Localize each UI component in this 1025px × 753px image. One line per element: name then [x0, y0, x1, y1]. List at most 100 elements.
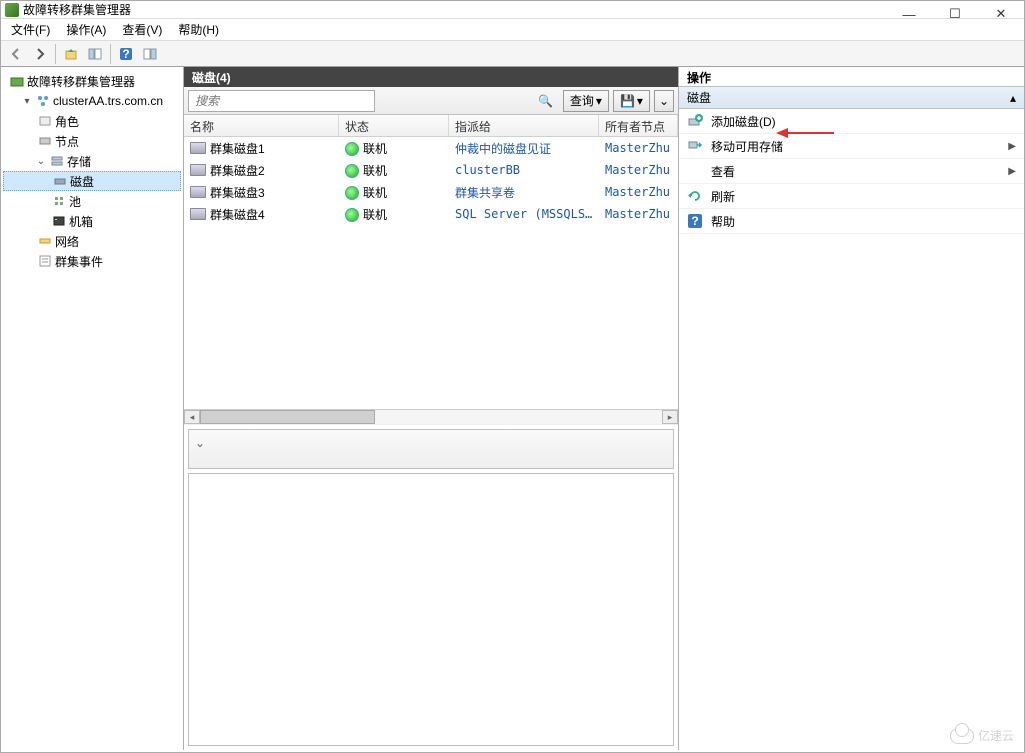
- networks-icon: [37, 233, 53, 249]
- svg-text:?: ?: [691, 214, 698, 228]
- action-item[interactable]: 刷新: [679, 184, 1024, 209]
- help-toolbar-button[interactable]: ?: [115, 43, 137, 65]
- save-button[interactable]: 💾 ▾: [613, 90, 650, 112]
- toolbar: ?: [1, 41, 1024, 67]
- th-status[interactable]: 状态: [339, 115, 449, 136]
- chevron-right-icon: ▶: [1008, 141, 1016, 152]
- scroll-right-icon[interactable]: ▸: [662, 410, 678, 424]
- cell-status: 联机: [363, 164, 387, 178]
- nav-back-button[interactable]: [5, 43, 27, 65]
- menu-file[interactable]: 文件(F): [3, 19, 58, 40]
- table-row[interactable]: 群集磁盘4联机SQL Server (MSSQLSERV…MasterZhu: [184, 203, 678, 225]
- svg-text:?: ?: [122, 47, 129, 61]
- tree-disks[interactable]: 磁盘: [3, 171, 181, 191]
- table-row[interactable]: 群集磁盘1联机仲裁中的磁盘见证MasterZhu: [184, 137, 678, 159]
- expand-icon[interactable]: ▾: [21, 96, 33, 107]
- table-body: 群集磁盘1联机仲裁中的磁盘见证MasterZhu群集磁盘2联机clusterBB…: [184, 137, 678, 409]
- tree-cluster-label: clusterAA.trs.com.cn: [53, 94, 163, 108]
- watermark: 亿速云: [950, 727, 1014, 744]
- actions-subheader[interactable]: 磁盘 ▴: [679, 87, 1024, 109]
- cell-owner: MasterZhu: [599, 183, 678, 201]
- show-hide-tree-button[interactable]: [84, 43, 106, 65]
- online-icon: [345, 142, 359, 156]
- query-button[interactable]: 查询 ▾: [563, 90, 609, 112]
- chevron-right-icon: ▶: [1008, 166, 1016, 177]
- cluster-manager-icon: [9, 73, 25, 89]
- table-row[interactable]: 群集磁盘3联机群集共享卷MasterZhu: [184, 181, 678, 203]
- more-button[interactable]: ⌄: [654, 90, 674, 112]
- horizontal-scrollbar[interactable]: ◂ ▸: [184, 409, 678, 425]
- cluster-icon: [35, 93, 51, 109]
- action-item[interactable]: 查看▶: [679, 159, 1024, 184]
- center-title: 磁盘(4): [192, 69, 231, 86]
- query-button-label: 查询: [570, 92, 594, 109]
- center-header: 磁盘(4): [184, 67, 678, 87]
- menu-action[interactable]: 操作(A): [58, 19, 114, 40]
- cell-name: 群集磁盘3: [210, 184, 265, 201]
- cell-status: 联机: [363, 186, 387, 200]
- action-item[interactable]: ? 帮助: [679, 209, 1024, 234]
- disk-icon: [190, 164, 206, 176]
- tree-disks-label: 磁盘: [70, 173, 94, 190]
- annotation-arrow: [776, 126, 836, 140]
- action-item[interactable]: 移动可用存储 ▶: [679, 134, 1024, 159]
- cell-status: 联机: [363, 142, 387, 156]
- tree-storage[interactable]: ⌄ 存储: [3, 151, 181, 171]
- tree-nodes[interactable]: 节点: [3, 131, 181, 151]
- action-item-label: 帮助: [711, 213, 735, 230]
- main-area: 故障转移群集管理器 ▾ clusterAA.trs.com.cn 角色 节点 ⌄…: [1, 67, 1024, 750]
- tree-pools[interactable]: 池: [3, 191, 181, 211]
- table-header: 名称 状态 指派给 所有者节点: [184, 115, 678, 137]
- detail-collapse[interactable]: ⌄: [188, 429, 674, 469]
- expand-icon[interactable]: ⌄: [35, 156, 47, 167]
- toolbar-separator: [55, 44, 56, 64]
- search-icon[interactable]: 🔍: [538, 94, 553, 108]
- enclosures-icon: [51, 213, 67, 229]
- action-item-label: 移动可用存储: [711, 138, 783, 155]
- th-name[interactable]: 名称: [184, 115, 339, 136]
- menu-help[interactable]: 帮助(H): [170, 19, 227, 40]
- actions-list: 添加磁盘(D)移动可用存储▶查看▶刷新?帮助: [679, 109, 1024, 234]
- chevron-down-icon: ▾: [596, 94, 602, 108]
- online-icon: [345, 164, 359, 178]
- toolbar-separator: [110, 44, 111, 64]
- maximize-button[interactable]: ☐: [932, 1, 978, 27]
- tree-nodes-label: 节点: [55, 133, 79, 150]
- blank-icon: [687, 163, 703, 179]
- scroll-left-icon[interactable]: ◂: [184, 410, 200, 424]
- scroll-thumb[interactable]: [200, 410, 375, 424]
- title-bar: 故障转移群集管理器: [1, 1, 1024, 19]
- roles-icon: [37, 113, 53, 129]
- th-owner[interactable]: 所有者节点: [599, 115, 678, 136]
- table-row[interactable]: 群集磁盘2联机clusterBBMasterZhu: [184, 159, 678, 181]
- nav-forward-button[interactable]: [29, 43, 51, 65]
- tree-cluster[interactable]: ▾ clusterAA.trs.com.cn: [3, 91, 181, 111]
- tree-events[interactable]: 群集事件: [3, 251, 181, 271]
- tree-pools-label: 池: [69, 193, 81, 210]
- tree-root[interactable]: 故障转移群集管理器: [3, 71, 181, 91]
- tree-networks[interactable]: 网络: [3, 231, 181, 251]
- show-hide-actions-button[interactable]: [139, 43, 161, 65]
- search-row: 🔍 查询 ▾ 💾 ▾ ⌄: [184, 87, 678, 115]
- add-disk-icon: [687, 113, 703, 129]
- scroll-track[interactable]: [200, 410, 662, 424]
- actions-pane: 操作 磁盘 ▴ 添加磁盘(D)移动可用存储▶查看▶刷新?帮助: [679, 67, 1024, 750]
- watermark-label: 亿速云: [978, 727, 1014, 744]
- storage-icon: [49, 153, 65, 169]
- tree-root-label: 故障转移群集管理器: [27, 73, 135, 90]
- app-icon: [5, 3, 19, 17]
- help-icon: ?: [687, 213, 703, 229]
- minimize-button[interactable]: —: [886, 1, 932, 27]
- th-assign[interactable]: 指派给: [449, 115, 599, 136]
- up-button[interactable]: [60, 43, 82, 65]
- tree-enclosures[interactable]: 机箱: [3, 211, 181, 231]
- close-button[interactable]: ✕: [978, 1, 1024, 27]
- collapse-icon[interactable]: ▴: [1010, 91, 1016, 105]
- tree-roles[interactable]: 角色: [3, 111, 181, 131]
- action-item-label: 添加磁盘(D): [711, 113, 776, 130]
- search-input[interactable]: [188, 90, 375, 112]
- refresh-icon: [687, 188, 703, 204]
- nav-tree: 故障转移群集管理器 ▾ clusterAA.trs.com.cn 角色 节点 ⌄…: [1, 67, 184, 750]
- action-item[interactable]: 添加磁盘(D): [679, 109, 1024, 134]
- menu-view[interactable]: 查看(V): [114, 19, 170, 40]
